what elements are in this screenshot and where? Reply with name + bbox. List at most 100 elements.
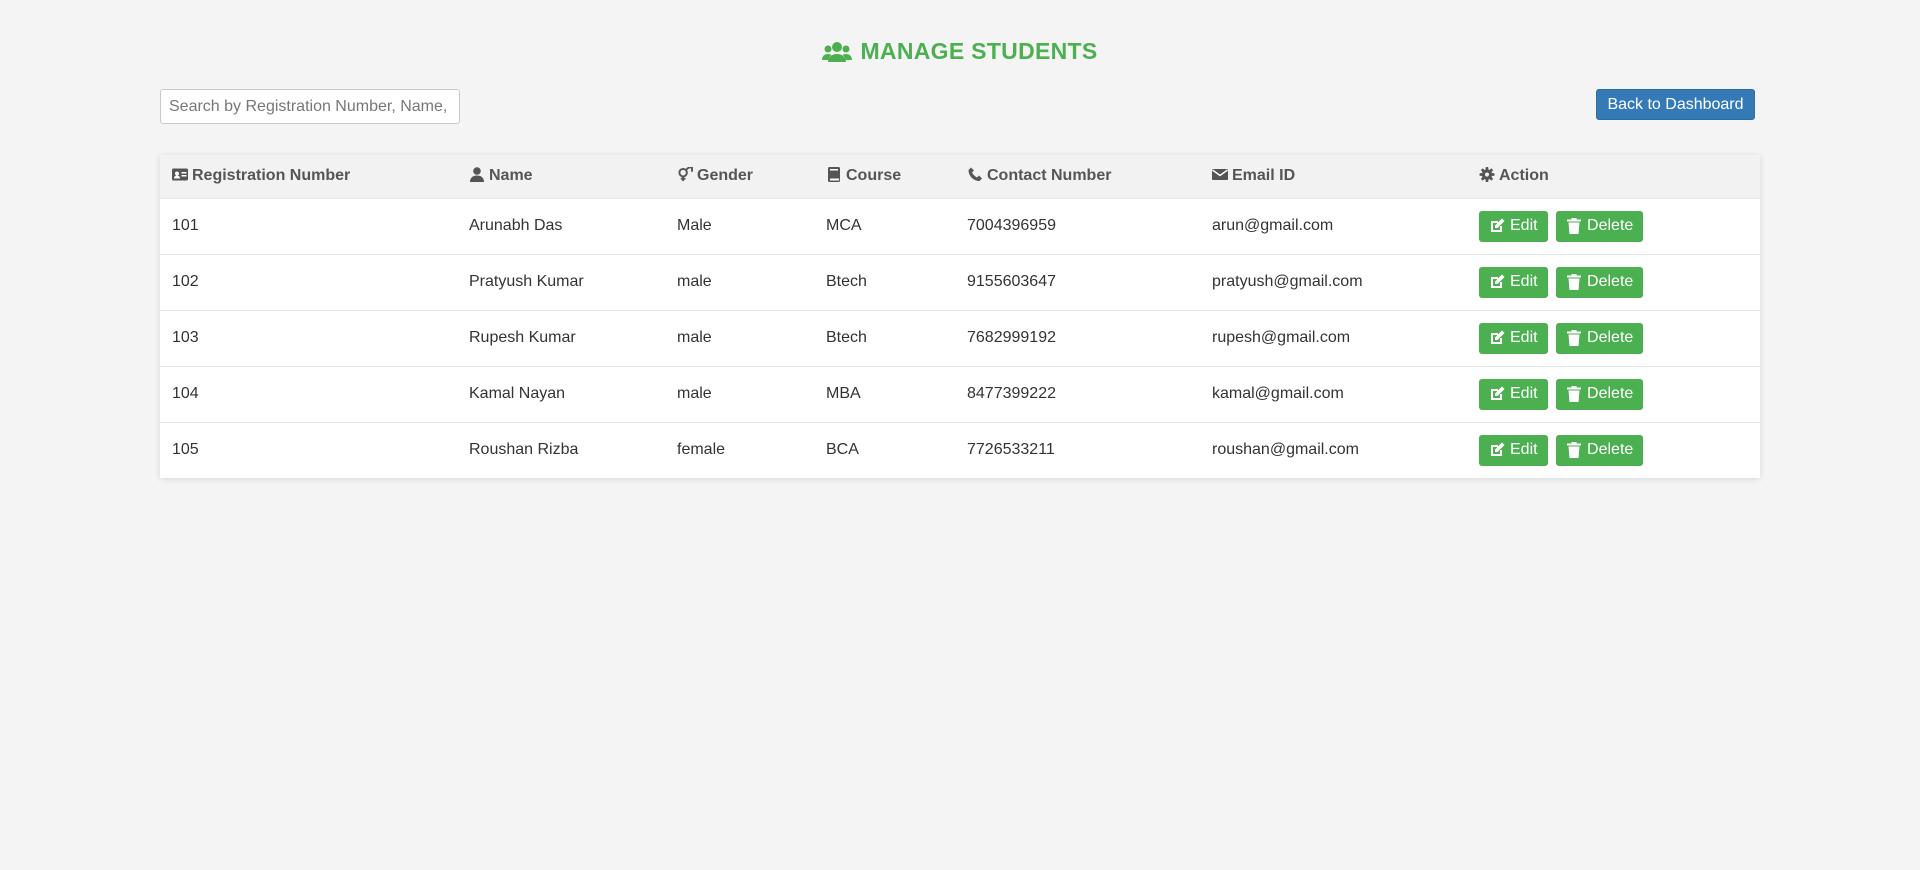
cell-gender: Male xyxy=(677,217,712,234)
user-icon xyxy=(470,167,484,183)
cell-registration-number: 105 xyxy=(172,441,199,459)
delete-button-label: Delete xyxy=(1587,441,1634,459)
delete-button-label: Delete xyxy=(1587,217,1634,234)
delete-button[interactable]: Delete xyxy=(1556,378,1644,410)
cell-registration-number: 101 xyxy=(172,217,199,234)
cell-registration-number: 102 xyxy=(172,273,199,290)
cell-email-id: roushan@gmail.com xyxy=(1212,441,1359,459)
edit-button-label: Edit xyxy=(1510,441,1538,459)
delete-button[interactable]: Delete xyxy=(1556,322,1644,354)
cell-contact-number: 8477399222 xyxy=(967,385,1056,402)
users-icon xyxy=(822,41,853,62)
page-title-text: MANAGE STUDENTS xyxy=(860,38,1098,64)
edit-button-label: Edit xyxy=(1510,217,1538,234)
cell-action: Edit Delete xyxy=(1467,310,1760,366)
edit-button-label: Edit xyxy=(1510,273,1538,290)
cell-course: BCA xyxy=(826,441,859,459)
cell-email-id: pratyush@gmail.com xyxy=(1212,273,1363,290)
cell-course: Btech xyxy=(826,273,867,290)
column-header-action: Action xyxy=(1467,155,1760,198)
column-header-email-id[interactable]: Email ID xyxy=(1200,155,1467,198)
delete-button-label: Delete xyxy=(1587,385,1634,402)
cell-gender: male xyxy=(677,273,712,290)
delete-button[interactable]: Delete xyxy=(1556,210,1644,242)
cell-gender: male xyxy=(677,385,712,402)
edit-button[interactable]: Edit xyxy=(1479,322,1548,354)
cell-contact-number: 7682999192 xyxy=(967,329,1056,346)
trash-icon xyxy=(1567,442,1582,459)
column-header-name[interactable]: Name xyxy=(457,155,665,198)
trash-icon xyxy=(1567,330,1582,346)
table-row: 101 Arunabh Das Male MCA 7004396959 arun… xyxy=(160,198,1760,254)
table-row: 102 Pratyush Kumar male Btech 9155603647… xyxy=(160,254,1760,310)
table-row: 103 Rupesh Kumar male Btech 7682999192 r… xyxy=(160,310,1760,366)
cell-course: MBA xyxy=(826,385,861,402)
column-header-course[interactable]: Course xyxy=(814,155,955,198)
trash-icon xyxy=(1567,274,1582,290)
edit-button[interactable]: Edit xyxy=(1479,378,1548,410)
edit-button[interactable]: Edit xyxy=(1479,434,1548,466)
manage-students-page: MANAGE STUDENTS Back to Dashboard xyxy=(0,0,1920,870)
id-card-icon xyxy=(172,168,188,181)
phone-icon xyxy=(968,167,982,182)
cell-course: MCA xyxy=(826,217,862,234)
column-header-label: Email ID xyxy=(1232,167,1296,185)
column-header-contact-number[interactable]: Contact Number xyxy=(955,155,1200,198)
delete-button-label: Delete xyxy=(1587,329,1634,346)
edit-icon xyxy=(1491,218,1505,232)
delete-button-label: Delete xyxy=(1587,273,1634,290)
cell-registration-number: 103 xyxy=(172,329,199,346)
cell-contact-number: 9155603647 xyxy=(967,273,1056,290)
column-header-label: Contact Number xyxy=(987,167,1112,185)
column-header-label: Gender xyxy=(697,167,754,185)
cell-contact-number: 7726533211 xyxy=(967,441,1055,459)
cell-email-id: arun@gmail.com xyxy=(1212,217,1334,234)
trash-icon xyxy=(1567,218,1582,234)
gear-icon xyxy=(1479,167,1495,183)
cell-name: Arunabh Das xyxy=(469,217,563,234)
cell-name: Roushan Rizba xyxy=(469,441,579,459)
edit-button[interactable]: Edit xyxy=(1479,210,1548,242)
cell-gender: female xyxy=(677,441,726,459)
search-input[interactable] xyxy=(160,89,460,124)
cell-action: Edit Delete xyxy=(1467,422,1760,478)
trash-icon xyxy=(1567,386,1582,402)
delete-button[interactable]: Delete xyxy=(1556,266,1644,298)
students-table-container: Registration Number Name Gender Course C… xyxy=(160,155,1760,478)
edit-button[interactable]: Edit xyxy=(1479,266,1548,298)
cell-action: Edit Delete xyxy=(1467,366,1760,422)
column-header-label: Registration Number xyxy=(192,167,351,185)
cell-course: Btech xyxy=(826,329,867,346)
cell-registration-number: 104 xyxy=(172,385,199,402)
envelope-icon xyxy=(1212,169,1228,181)
cell-name: Rupesh Kumar xyxy=(469,329,576,346)
edit-icon xyxy=(1491,330,1505,344)
column-header-label: Name xyxy=(489,167,533,185)
column-header-label: Course xyxy=(846,167,902,185)
table-header-row: Registration Number Name Gender Course C… xyxy=(160,155,1760,198)
gender-icon xyxy=(678,167,693,182)
cell-name: Kamal Nayan xyxy=(469,385,566,402)
table-row: 104 Kamal Nayan male MBA 8477399222 kama… xyxy=(160,366,1760,422)
students-table: Registration Number Name Gender Course C… xyxy=(160,155,1760,478)
edit-icon xyxy=(1491,274,1505,288)
edit-button-label: Edit xyxy=(1510,385,1538,402)
cell-email-id: kamal@gmail.com xyxy=(1212,385,1344,402)
cell-gender: male xyxy=(677,329,712,346)
edit-icon xyxy=(1491,442,1505,457)
edit-button-label: Edit xyxy=(1510,329,1538,346)
page-title: MANAGE STUDENTS xyxy=(0,38,1920,65)
book-icon xyxy=(828,167,840,183)
table-body: 101 Arunabh Das Male MCA 7004396959 arun… xyxy=(160,198,1760,478)
cell-contact-number: 7004396959 xyxy=(967,217,1056,234)
cell-name: Pratyush Kumar xyxy=(469,273,584,290)
cell-action: Edit Delete xyxy=(1467,254,1760,310)
column-header-registration-number[interactable]: Registration Number xyxy=(160,155,457,198)
delete-button[interactable]: Delete xyxy=(1556,434,1644,466)
table-row: 105 Roushan Rizba female BCA 7726533211 … xyxy=(160,422,1760,478)
column-header-gender[interactable]: Gender xyxy=(665,155,814,198)
cell-email-id: rupesh@gmail.com xyxy=(1212,329,1351,346)
back-to-dashboard-button[interactable]: Back to Dashboard xyxy=(1596,89,1755,120)
column-header-label: Action xyxy=(1499,167,1549,185)
edit-icon xyxy=(1491,386,1505,400)
